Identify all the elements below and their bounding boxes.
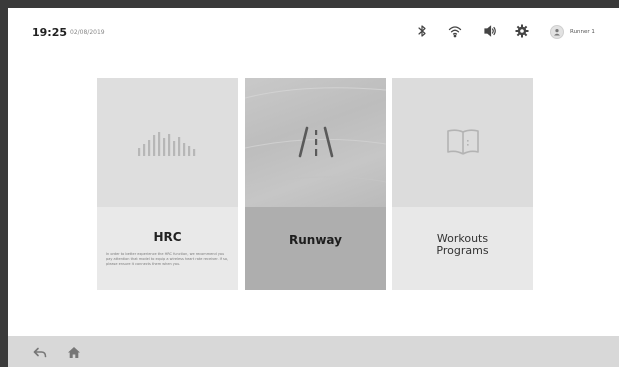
bottom-nav-bar	[8, 336, 619, 367]
back-arrow-icon[interactable]	[32, 345, 48, 359]
runway-card[interactable]: Runway	[245, 78, 386, 290]
user-profile-button[interactable]: Runner 1	[550, 24, 595, 40]
avatar	[550, 25, 564, 39]
gear-icon[interactable]	[514, 23, 530, 39]
volume-icon[interactable]	[482, 23, 498, 39]
runway-card-footer	[245, 207, 386, 290]
user-name: Runner 1	[570, 29, 595, 35]
home-icon[interactable]	[66, 345, 82, 359]
hrc-card-description: In order to better experience the HRC fu…	[106, 252, 229, 266]
workouts-programs-card[interactable]: Workouts Programs	[392, 78, 533, 290]
hrc-card-title: HRC	[153, 230, 182, 244]
clock-date: 02/08/2019	[70, 29, 105, 36]
runway-card-title: Runway	[289, 233, 342, 247]
wifi-icon[interactable]	[447, 23, 463, 39]
workouts-card-title: Workouts Programs	[392, 233, 533, 257]
status-bar: 19:25 02/08/2019 Runner 1	[8, 8, 619, 60]
open-book-icon	[392, 118, 533, 166]
home-screen: 19:25 02/08/2019 Runner 1 HRC In order t…	[8, 8, 619, 367]
user-icon	[554, 29, 560, 36]
road-icon	[245, 118, 386, 166]
clock-time: 19:25	[32, 26, 68, 39]
bluetooth-icon[interactable]	[414, 23, 430, 39]
equalizer-bars-icon	[97, 118, 238, 166]
hrc-card[interactable]: HRC In order to better experience the HR…	[97, 78, 238, 290]
hrc-card-footer	[97, 207, 238, 290]
workouts-title-line2: Programs	[436, 244, 489, 257]
